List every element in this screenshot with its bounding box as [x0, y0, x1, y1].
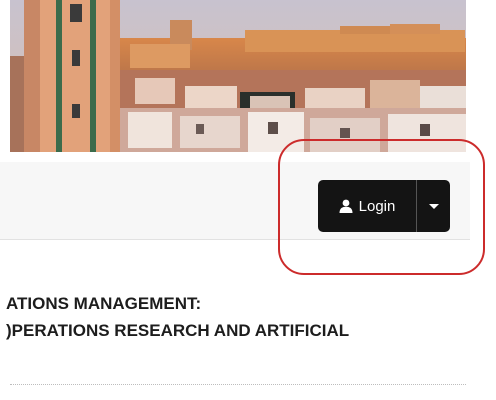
- header-banner-image: [10, 0, 466, 152]
- user-icon: [339, 199, 353, 213]
- caret-down-icon: [428, 203, 439, 209]
- login-button[interactable]: Login: [318, 180, 416, 232]
- content-divider: [10, 384, 466, 385]
- page: Login ATIONS MANAGEMENT: )PERATIONS RESE…: [0, 0, 496, 400]
- login-button-group: Login: [318, 180, 450, 232]
- page-title: ATIONS MANAGEMENT: )PERATIONS RESEARCH A…: [6, 290, 486, 344]
- login-dropdown-toggle[interactable]: [416, 180, 450, 232]
- page-title-line-2: )PERATIONS RESEARCH AND ARTIFICIAL: [6, 321, 350, 340]
- page-title-line-1: ATIONS MANAGEMENT:: [6, 294, 202, 313]
- login-label: Login: [358, 197, 396, 215]
